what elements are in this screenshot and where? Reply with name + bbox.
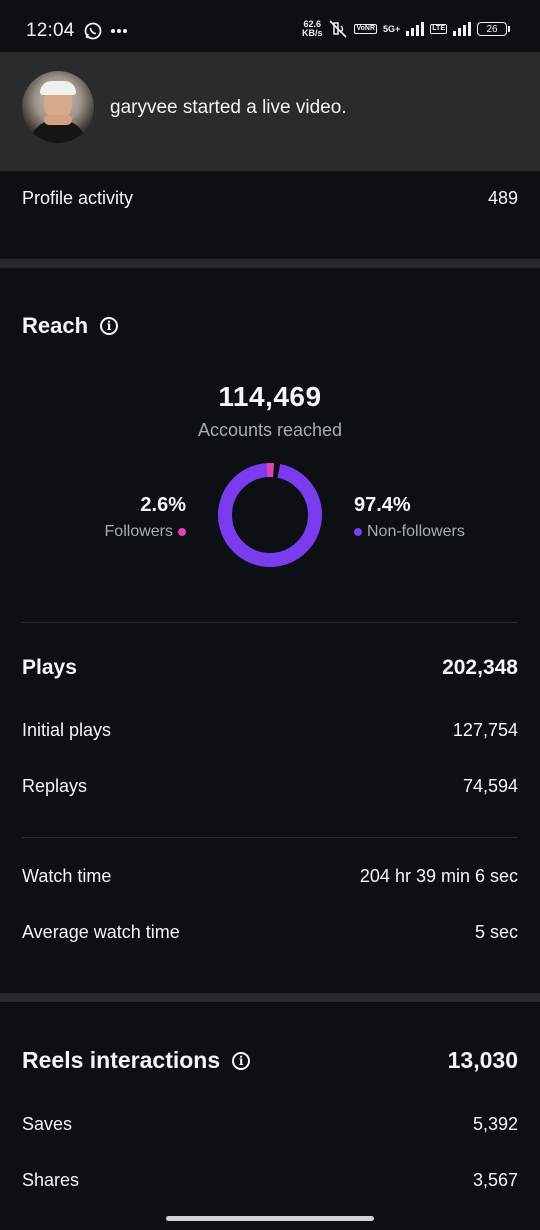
average-watch-time-row: Average watch time 5 sec bbox=[22, 922, 518, 943]
saves-label: Saves bbox=[22, 1114, 73, 1134]
more-dots-icon bbox=[111, 29, 127, 33]
donut-slice-non-followers bbox=[218, 463, 322, 567]
followers-dot bbox=[178, 528, 186, 536]
plays-row: Plays 202,348 bbox=[22, 656, 518, 680]
saves-row: Saves 5,392 bbox=[22, 1114, 518, 1135]
reels-interactions-title: Reels interactions i bbox=[22, 1047, 251, 1074]
status-time: 12:04 bbox=[26, 20, 75, 41]
non-followers-label: Non-followers bbox=[367, 523, 465, 540]
live-notification-banner[interactable]: garyvee started a live video. bbox=[0, 52, 540, 171]
profile-activity-value: 489 bbox=[487, 188, 518, 208]
reels-interactions-value: 13,030 bbox=[447, 1047, 518, 1073]
avatar bbox=[22, 71, 94, 143]
status-right: 62.6 KB/s VoNR 5G+ LTE 26 bbox=[302, 20, 510, 38]
saves-value: 5,392 bbox=[472, 1114, 518, 1134]
followers-pct: 2.6% bbox=[140, 494, 186, 516]
replays-label: Replays bbox=[22, 776, 88, 796]
followers-label: Followers bbox=[104, 523, 173, 540]
net-speed: 62.6 KB/s bbox=[301, 19, 323, 38]
section-divider bbox=[0, 259, 540, 268]
home-indicator[interactable] bbox=[166, 1216, 374, 1221]
initial-plays-value: 127,754 bbox=[452, 720, 518, 740]
plays-label: Plays bbox=[22, 656, 77, 679]
status-bar: 12:04 62.6 KB/s VoNR 5G+ LTE 26 bbox=[0, 0, 540, 52]
initial-plays-row: Initial plays 127,754 bbox=[22, 720, 518, 741]
watch-time-row: Watch time 204 hr 39 min 6 sec bbox=[22, 866, 518, 887]
watch-time-label: Watch time bbox=[22, 866, 112, 886]
shares-value: 3,567 bbox=[472, 1170, 518, 1190]
shares-row: Shares 3,567 bbox=[22, 1170, 518, 1191]
replays-row: Replays 74,594 bbox=[22, 776, 518, 797]
non-followers-dot bbox=[354, 528, 362, 536]
initial-plays-label: Initial plays bbox=[22, 720, 112, 740]
shares-label: Shares bbox=[22, 1170, 80, 1190]
mute-icon bbox=[329, 20, 348, 38]
profile-activity-label: Profile activity bbox=[22, 188, 134, 208]
info-icon[interactable]: i bbox=[100, 317, 119, 335]
reach-title: Reach i bbox=[22, 313, 119, 339]
non-followers-pct: 97.4% bbox=[354, 494, 411, 516]
reach-donut-chart bbox=[218, 463, 322, 567]
watch-time-value: 204 hr 39 min 6 sec bbox=[359, 866, 518, 886]
notification-text: garyvee started a live video. bbox=[110, 97, 347, 118]
battery-icon: 26 bbox=[477, 22, 510, 36]
signal-icon-2 bbox=[453, 22, 471, 36]
whatsapp-icon bbox=[84, 22, 102, 40]
divider bbox=[22, 837, 518, 838]
network-label: 5G+ bbox=[383, 24, 401, 34]
profile-activity-row[interactable]: Profile activity 489 bbox=[22, 188, 518, 209]
volte-icon: VoNR bbox=[354, 24, 378, 34]
average-watch-time-value: 5 sec bbox=[474, 922, 518, 942]
followers-stat: 2.6% Followers bbox=[105, 494, 186, 541]
plays-value: 202,348 bbox=[442, 656, 518, 679]
status-left-icons bbox=[84, 22, 128, 40]
non-followers-stat: 97.4% Non-followers bbox=[354, 494, 465, 541]
signal-icon bbox=[406, 22, 425, 36]
divider bbox=[22, 622, 518, 623]
volte-lte-icon: LTE bbox=[430, 24, 447, 34]
average-watch-time-label: Average watch time bbox=[22, 922, 180, 942]
accounts-reached-value: 114,469 bbox=[218, 381, 322, 412]
accounts-reached-label: Accounts reached bbox=[197, 420, 343, 440]
section-divider bbox=[0, 993, 540, 1002]
replays-value: 74,594 bbox=[462, 776, 518, 796]
info-icon[interactable]: i bbox=[232, 1051, 251, 1070]
